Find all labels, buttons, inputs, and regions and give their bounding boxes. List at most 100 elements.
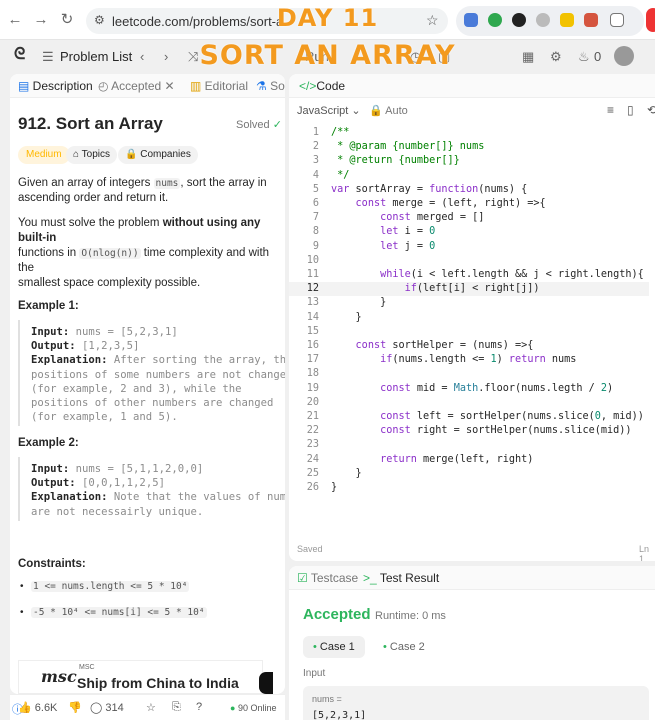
code-line[interactable]: 3 * @return {number[]} [289, 154, 649, 168]
line-number: 20 [306, 396, 319, 408]
description-footer: ⓘ 👍 6.6K 👎 ◯ 314 ☆ ⎘ ? ● 90 Online [10, 694, 285, 720]
input-label: Input [303, 668, 326, 679]
line-number: 3 [312, 155, 319, 167]
code-text: } [331, 467, 362, 479]
line-number: 8 [312, 226, 319, 238]
constraint-2: -5 * 10⁴ <= nums[i] <= 5 * 10⁴ [31, 607, 207, 618]
code-text: } [331, 482, 338, 493]
code-line[interactable]: 6 const merge = (left, right) =>{ [289, 197, 649, 211]
constraint-bullet: • [20, 607, 24, 618]
code-line[interactable]: 22 const right = sortHelper(nums.slice(m… [289, 424, 649, 438]
code-line[interactable]: 20 [289, 396, 649, 410]
code-line[interactable]: 8 let i = 0 [289, 225, 649, 239]
companies-badge[interactable]: 🔒 Companies [118, 146, 198, 164]
code-icon: </> [299, 79, 317, 93]
ad-close-icon[interactable] [259, 672, 273, 694]
constraint-bullet: • [20, 581, 24, 592]
case-1-button[interactable]: • Case 1 [303, 636, 365, 658]
help-icon[interactable]: ? [196, 701, 202, 713]
topics-badge[interactable]: ⌂ Topics [66, 146, 117, 164]
format-icon[interactable]: ≡ [607, 103, 614, 117]
example2-heading: Example 2: [18, 437, 79, 449]
code-line[interactable]: 9 let j = 0 [289, 240, 649, 254]
line-number: 12 [306, 283, 319, 295]
line-number: 23 [306, 439, 319, 451]
ad-text: Ship from China to India [77, 675, 239, 691]
code-line[interactable]: 16 const sortHelper = (nums) =>{ [289, 339, 649, 353]
code-text: while(i < left.length && j < right.lengt… [380, 269, 644, 280]
tab-solutions[interactable]: ⚗ Sol [256, 79, 285, 93]
like-button[interactable]: 👍 6.6K [18, 701, 57, 714]
language-select[interactable]: JavaScript ⌄ [297, 104, 361, 117]
close-icon[interactable]: ✕ [165, 79, 175, 93]
code-line[interactable]: 1 /** [289, 126, 649, 140]
code-line[interactable]: 5 var sortArray = function(nums) { [289, 183, 649, 197]
case-2-button[interactable]: • Case 2 [373, 636, 435, 658]
code-line[interactable]: 15 [289, 325, 649, 339]
code-line[interactable]: 7 const merged = [] [289, 211, 649, 225]
code-text: * @return {number[]} [331, 155, 460, 167]
example1-body: Input: nums = [5,2,3,1] Output: [1,2,3,5… [31, 326, 285, 424]
tab-test-result[interactable]: >_ Test Result [363, 571, 439, 585]
msc-logo-icon: msc [41, 667, 77, 686]
bookmark-icon[interactable]: ▯ [627, 103, 634, 117]
code-line[interactable]: 18 [289, 367, 649, 381]
line-number: 7 [312, 212, 319, 224]
code-line[interactable]: 12 if(left[i] < right[j]) [289, 282, 649, 297]
auto-toggle[interactable]: 🔒 Auto [369, 104, 408, 117]
code-text: let j = 0 [380, 240, 436, 252]
code-line[interactable]: 11 while(i < left.length && j < right.le… [289, 268, 649, 282]
code-line[interactable]: 23 [289, 438, 649, 452]
example1-heading: Example 1: [18, 300, 79, 312]
code-editor[interactable]: 1 /** 2 * @param {number[]} nums 3 * @retur… [289, 126, 655, 516]
saved-status: Saved [297, 544, 323, 554]
code-line[interactable]: 17 if(nums.length <= 1) return nums [289, 353, 649, 367]
line-number: 1 [312, 127, 319, 138]
ad-banner[interactable]: msc MSC Ship from China to India [18, 660, 263, 694]
code-line[interactable]: 2 * @param {number[]} nums [289, 140, 649, 154]
code-text: } [331, 311, 362, 323]
line-number: 18 [306, 368, 319, 380]
lock-icon: 🔒 [369, 105, 386, 117]
code-line[interactable]: 24 return merge(left, right) [289, 453, 649, 467]
code-text: /** [331, 127, 350, 138]
reset-icon[interactable]: ⟲ [647, 103, 655, 117]
code-text: const sortHelper = (nums) =>{ [355, 340, 534, 351]
flask-icon: ⚗ [256, 79, 271, 93]
tab-accepted[interactable]: ◴ Accepted ✕ [98, 79, 175, 93]
dislike-icon[interactable]: 👎 [68, 701, 82, 714]
online-dot-icon: ● [230, 703, 238, 713]
tab-description[interactable]: ▤ Description [18, 79, 93, 93]
code-line[interactable]: 25 } [289, 467, 649, 481]
example1-divider [18, 320, 20, 426]
overlay-sort-title: SORT AN ARRAY [199, 40, 456, 71]
description-tabs: ▤ Description ◴ Accepted ✕ ▥ Editorial ⚗… [10, 74, 285, 98]
line-number: 5 [312, 183, 319, 195]
code-line[interactable]: 10 [289, 254, 649, 268]
code-line[interactable]: 26} [289, 481, 649, 495]
checkbox-icon: ☑ [297, 571, 311, 585]
ad-brand: MSC [79, 664, 95, 671]
comments-button[interactable]: ◯ 314 [90, 701, 124, 714]
runtime-text: Runtime: 0 ms [375, 610, 446, 622]
favorite-star-icon[interactable]: ☆ [146, 701, 156, 714]
tab-code[interactable]: </>Code [299, 79, 345, 93]
tab-testcase[interactable]: ☑ Testcase [297, 571, 358, 585]
pass-dot-icon: • [313, 641, 320, 653]
code-line[interactable]: 13 } [289, 296, 649, 310]
code-line[interactable]: 19 const mid = Math.floor(nums.legth / 2… [289, 382, 649, 396]
tab-editorial[interactable]: ▥ Editorial [190, 79, 248, 93]
code-text: const merged = [] [380, 212, 485, 224]
code-line[interactable]: 14 } [289, 311, 649, 325]
code-text: const left = sortHelper(nums.slice(0, mi… [380, 411, 644, 422]
code-tabs: </>Code [289, 74, 655, 98]
code-text: */ [331, 169, 350, 181]
code-text: const right = sortHelper(nums.slice(mid)… [380, 425, 632, 437]
difficulty-badge[interactable]: Medium [18, 146, 70, 164]
share-icon[interactable]: ⎘ [172, 701, 181, 714]
line-number: 17 [306, 354, 319, 366]
code-text: const mid = Math.floor(nums.legth / 2) [380, 382, 614, 394]
code-line[interactable]: 4 */ [289, 169, 649, 183]
check-circle-icon: ✓ [272, 119, 282, 131]
code-line[interactable]: 21 const left = sortHelper(nums.slice(0,… [289, 410, 649, 424]
